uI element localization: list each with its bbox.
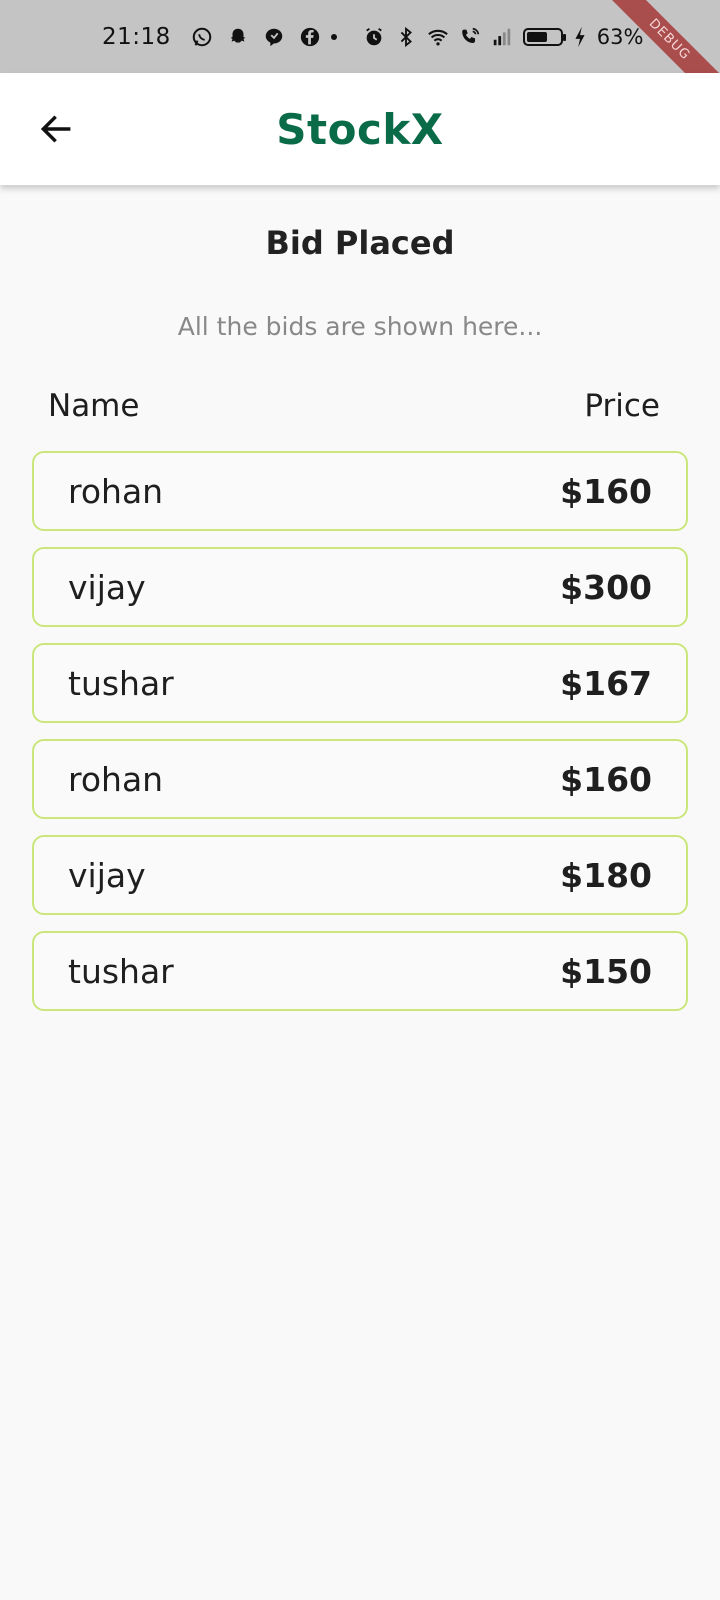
bluetooth-icon [395, 26, 417, 48]
system-icons: 63% [363, 24, 644, 49]
bid-name: tushar [68, 663, 174, 703]
bid-price: $150 [560, 951, 652, 991]
bid-price: $167 [560, 663, 652, 703]
bid-name: vijay [68, 855, 146, 895]
bid-row[interactable]: rohan $160 [32, 451, 688, 531]
page-title: Bid Placed [265, 224, 455, 262]
bid-name: rohan [68, 759, 164, 799]
stockx-logo: StockX [276, 104, 444, 154]
battery-icon [522, 27, 566, 46]
bid-row[interactable]: tushar $167 [32, 643, 688, 723]
page-subtitle: All the bids are shown here... [177, 312, 543, 341]
status-bar: 21:18 63% [0, 0, 720, 73]
app-bar: StockX [0, 73, 720, 185]
whatsapp-icon [191, 26, 213, 48]
bid-row[interactable]: vijay $180 [32, 835, 688, 915]
status-time: 21:18 [102, 23, 171, 50]
charging-icon [573, 26, 587, 48]
bid-row[interactable]: rohan $160 [32, 739, 688, 819]
chat-icon [263, 26, 285, 48]
facebook-icon [299, 26, 321, 48]
bid-row[interactable]: tushar $150 [32, 931, 688, 1011]
back-button[interactable] [36, 109, 76, 149]
bid-name: vijay [68, 567, 146, 607]
wifi-call-icon [459, 26, 481, 48]
arrow-back-icon [40, 115, 71, 143]
price-column-header: Price [584, 388, 660, 424]
battery-percent: 63% [596, 24, 644, 49]
bid-price: $180 [560, 855, 652, 895]
more-notifications-dot [330, 33, 337, 40]
bid-price: $160 [560, 759, 652, 799]
bid-price: $160 [560, 471, 652, 511]
name-column-header: Name [48, 388, 140, 424]
notification-icons [191, 26, 321, 48]
signal-icon [491, 26, 513, 48]
wifi-icon [427, 26, 449, 48]
bid-row[interactable]: vijay $300 [32, 547, 688, 627]
bid-name: rohan [68, 471, 164, 511]
snapchat-icon [227, 26, 249, 48]
bid-name: tushar [68, 951, 174, 991]
column-headers: Name Price [48, 388, 660, 424]
bid-list: rohan $160 vijay $300 tushar $167 rohan … [32, 451, 688, 1027]
bid-price: $300 [560, 567, 652, 607]
alarm-icon [363, 26, 385, 48]
